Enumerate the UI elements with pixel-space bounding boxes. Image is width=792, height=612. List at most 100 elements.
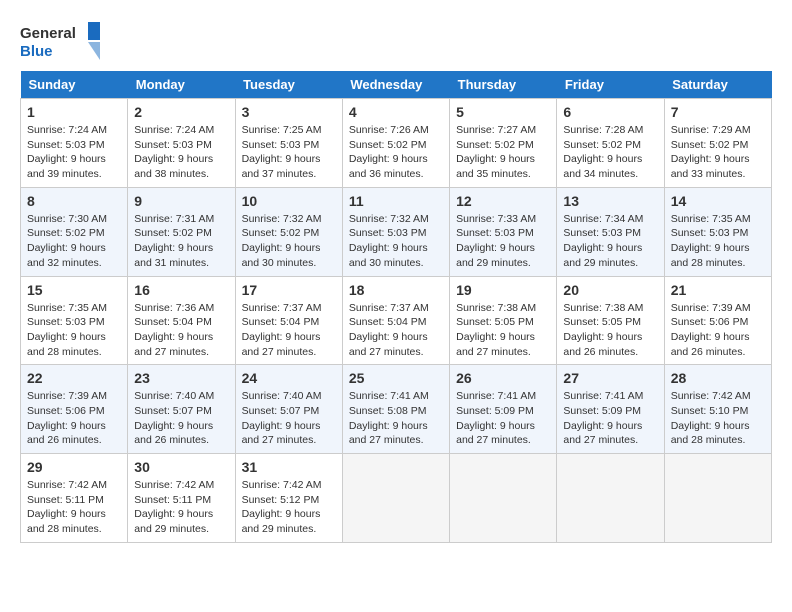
day-info: Sunrise: 7:42 AMSunset: 5:11 PMDaylight:… bbox=[134, 478, 228, 537]
logo-svg: General Blue bbox=[20, 20, 100, 65]
day-number: 13 bbox=[563, 193, 657, 209]
day-info: Sunrise: 7:40 AMSunset: 5:07 PMDaylight:… bbox=[134, 389, 228, 448]
header-day-thursday: Thursday bbox=[450, 71, 557, 99]
calendar-cell bbox=[557, 454, 664, 543]
day-info: Sunrise: 7:32 AMSunset: 5:02 PMDaylight:… bbox=[242, 212, 336, 271]
calendar-cell: 21Sunrise: 7:39 AMSunset: 5:06 PMDayligh… bbox=[664, 276, 771, 365]
calendar-cell: 20 Sunrise: 7:38 AMSunset: 5:05 PMDayligh… bbox=[557, 276, 664, 365]
day-info: Sunrise: 7:27 AMSunset: 5:02 PMDaylight:… bbox=[456, 123, 550, 182]
day-info: Sunrise: 7:38 AMSunset: 5:05 PMDaylight:… bbox=[456, 301, 550, 360]
day-info: Sunrise: 7:25 AMSunset: 5:03 PMDaylight:… bbox=[242, 123, 336, 182]
day-info: Sunrise: 7:29 AMSunset: 5:02 PMDaylight:… bbox=[671, 123, 765, 182]
day-info: Sunrise: 7:38 AMSunset: 5:05 PMDaylight:… bbox=[563, 301, 657, 360]
day-number: 30 bbox=[134, 459, 228, 475]
calendar-week-5: 29 Sunrise: 7:42 AMSunset: 5:11 PMDayligh… bbox=[21, 454, 772, 543]
calendar-cell bbox=[342, 454, 449, 543]
calendar-cell: 28 Sunrise: 7:42 AMSunset: 5:10 PMDayligh… bbox=[664, 365, 771, 454]
calendar-cell: 30 Sunrise: 7:42 AMSunset: 5:11 PMDayligh… bbox=[128, 454, 235, 543]
calendar-cell bbox=[664, 454, 771, 543]
day-info: Sunrise: 7:35 AMSunset: 5:03 PMDaylight:… bbox=[671, 212, 765, 271]
calendar-cell: 13Sunrise: 7:34 AMSunset: 5:03 PMDayligh… bbox=[557, 187, 664, 276]
day-number: 4 bbox=[349, 104, 443, 120]
logo: General Blue bbox=[20, 20, 100, 65]
day-info: Sunrise: 7:42 AMSunset: 5:12 PMDaylight:… bbox=[242, 478, 336, 537]
day-number: 28 bbox=[671, 370, 765, 386]
calendar-cell: 31Sunrise: 7:42 AMSunset: 5:12 PMDayligh… bbox=[235, 454, 342, 543]
day-number: 27 bbox=[563, 370, 657, 386]
day-info: Sunrise: 7:41 AMSunset: 5:09 PMDaylight:… bbox=[563, 389, 657, 448]
day-number: 8 bbox=[27, 193, 121, 209]
day-info: Sunrise: 7:37 AMSunset: 5:04 PMDaylight:… bbox=[242, 301, 336, 360]
calendar-cell: 7 Sunrise: 7:29 AMSunset: 5:02 PMDaylight… bbox=[664, 99, 771, 188]
header-day-monday: Monday bbox=[128, 71, 235, 99]
calendar-cell: 8 Sunrise: 7:30 AMSunset: 5:02 PMDaylight… bbox=[21, 187, 128, 276]
calendar-cell bbox=[450, 454, 557, 543]
day-number: 23 bbox=[134, 370, 228, 386]
header-day-wednesday: Wednesday bbox=[342, 71, 449, 99]
day-info: Sunrise: 7:36 AMSunset: 5:04 PMDaylight:… bbox=[134, 301, 228, 360]
calendar-cell: 9Sunrise: 7:31 AMSunset: 5:02 PMDaylight… bbox=[128, 187, 235, 276]
header-day-saturday: Saturday bbox=[664, 71, 771, 99]
day-info: Sunrise: 7:24 AMSunset: 5:03 PMDaylight:… bbox=[27, 123, 121, 182]
day-info: Sunrise: 7:35 AMSunset: 5:03 PMDaylight:… bbox=[27, 301, 121, 360]
calendar-cell: 5Sunrise: 7:27 AMSunset: 5:02 PMDaylight… bbox=[450, 99, 557, 188]
calendar-week-1: 1 Sunrise: 7:24 AMSunset: 5:03 PMDaylight… bbox=[21, 99, 772, 188]
day-number: 17 bbox=[242, 282, 336, 298]
calendar-cell: 15 Sunrise: 7:35 AMSunset: 5:03 PMDayligh… bbox=[21, 276, 128, 365]
calendar-week-3: 15 Sunrise: 7:35 AMSunset: 5:03 PMDayligh… bbox=[21, 276, 772, 365]
header-row: SundayMondayTuesdayWednesdayThursdayFrid… bbox=[21, 71, 772, 99]
calendar-body: 1 Sunrise: 7:24 AMSunset: 5:03 PMDaylight… bbox=[21, 99, 772, 543]
calendar-cell: 10Sunrise: 7:32 AMSunset: 5:02 PMDayligh… bbox=[235, 187, 342, 276]
day-info: Sunrise: 7:40 AMSunset: 5:07 PMDaylight:… bbox=[242, 389, 336, 448]
calendar-cell: 19Sunrise: 7:38 AMSunset: 5:05 PMDayligh… bbox=[450, 276, 557, 365]
day-info: Sunrise: 7:33 AMSunset: 5:03 PMDaylight:… bbox=[456, 212, 550, 271]
day-number: 20 bbox=[563, 282, 657, 298]
day-number: 24 bbox=[242, 370, 336, 386]
day-info: Sunrise: 7:30 AMSunset: 5:02 PMDaylight:… bbox=[27, 212, 121, 271]
day-number: 12 bbox=[456, 193, 550, 209]
calendar-cell: 22 Sunrise: 7:39 AMSunset: 5:06 PMDayligh… bbox=[21, 365, 128, 454]
day-number: 26 bbox=[456, 370, 550, 386]
day-info: Sunrise: 7:41 AMSunset: 5:08 PMDaylight:… bbox=[349, 389, 443, 448]
calendar-cell: 23 Sunrise: 7:40 AMSunset: 5:07 PMDayligh… bbox=[128, 365, 235, 454]
day-number: 25 bbox=[349, 370, 443, 386]
day-number: 2 bbox=[134, 104, 228, 120]
day-number: 16 bbox=[134, 282, 228, 298]
day-number: 6 bbox=[563, 104, 657, 120]
calendar-cell: 24 Sunrise: 7:40 AMSunset: 5:07 PMDayligh… bbox=[235, 365, 342, 454]
day-number: 1 bbox=[27, 104, 121, 120]
day-number: 22 bbox=[27, 370, 121, 386]
day-info: Sunrise: 7:26 AMSunset: 5:02 PMDaylight:… bbox=[349, 123, 443, 182]
calendar-week-2: 8 Sunrise: 7:30 AMSunset: 5:02 PMDaylight… bbox=[21, 187, 772, 276]
day-number: 7 bbox=[671, 104, 765, 120]
calendar-cell: 27 Sunrise: 7:41 AMSunset: 5:09 PMDayligh… bbox=[557, 365, 664, 454]
day-info: Sunrise: 7:28 AMSunset: 5:02 PMDaylight:… bbox=[563, 123, 657, 182]
calendar-week-4: 22 Sunrise: 7:39 AMSunset: 5:06 PMDayligh… bbox=[21, 365, 772, 454]
day-number: 3 bbox=[242, 104, 336, 120]
day-number: 15 bbox=[27, 282, 121, 298]
day-info: Sunrise: 7:39 AMSunset: 5:06 PMDaylight:… bbox=[27, 389, 121, 448]
calendar-cell: 26 Sunrise: 7:41 AMSunset: 5:09 PMDayligh… bbox=[450, 365, 557, 454]
day-info: Sunrise: 7:42 AMSunset: 5:11 PMDaylight:… bbox=[27, 478, 121, 537]
header: General Blue bbox=[20, 20, 772, 65]
day-number: 18 bbox=[349, 282, 443, 298]
calendar-cell: 17 Sunrise: 7:37 AMSunset: 5:04 PMDayligh… bbox=[235, 276, 342, 365]
header-day-sunday: Sunday bbox=[21, 71, 128, 99]
calendar-cell: 18Sunrise: 7:37 AMSunset: 5:04 PMDayligh… bbox=[342, 276, 449, 365]
calendar-cell: 1 Sunrise: 7:24 AMSunset: 5:03 PMDaylight… bbox=[21, 99, 128, 188]
day-info: Sunrise: 7:41 AMSunset: 5:09 PMDaylight:… bbox=[456, 389, 550, 448]
day-info: Sunrise: 7:39 AMSunset: 5:06 PMDaylight:… bbox=[671, 301, 765, 360]
day-info: Sunrise: 7:42 AMSunset: 5:10 PMDaylight:… bbox=[671, 389, 765, 448]
day-number: 14 bbox=[671, 193, 765, 209]
calendar-table: SundayMondayTuesdayWednesdayThursdayFrid… bbox=[20, 71, 772, 543]
calendar-cell: 29 Sunrise: 7:42 AMSunset: 5:11 PMDayligh… bbox=[21, 454, 128, 543]
calendar-cell: 25 Sunrise: 7:41 AMSunset: 5:08 PMDayligh… bbox=[342, 365, 449, 454]
day-info: Sunrise: 7:31 AMSunset: 5:02 PMDaylight:… bbox=[134, 212, 228, 271]
calendar-cell: 2Sunrise: 7:24 AMSunset: 5:03 PMDaylight… bbox=[128, 99, 235, 188]
calendar-cell: 4 Sunrise: 7:26 AMSunset: 5:02 PMDaylight… bbox=[342, 99, 449, 188]
day-number: 29 bbox=[27, 459, 121, 475]
calendar-cell: 12 Sunrise: 7:33 AMSunset: 5:03 PMDayligh… bbox=[450, 187, 557, 276]
day-info: Sunrise: 7:32 AMSunset: 5:03 PMDaylight:… bbox=[349, 212, 443, 271]
svg-text:General: General bbox=[20, 25, 76, 42]
calendar-cell: 14 Sunrise: 7:35 AMSunset: 5:03 PMDayligh… bbox=[664, 187, 771, 276]
